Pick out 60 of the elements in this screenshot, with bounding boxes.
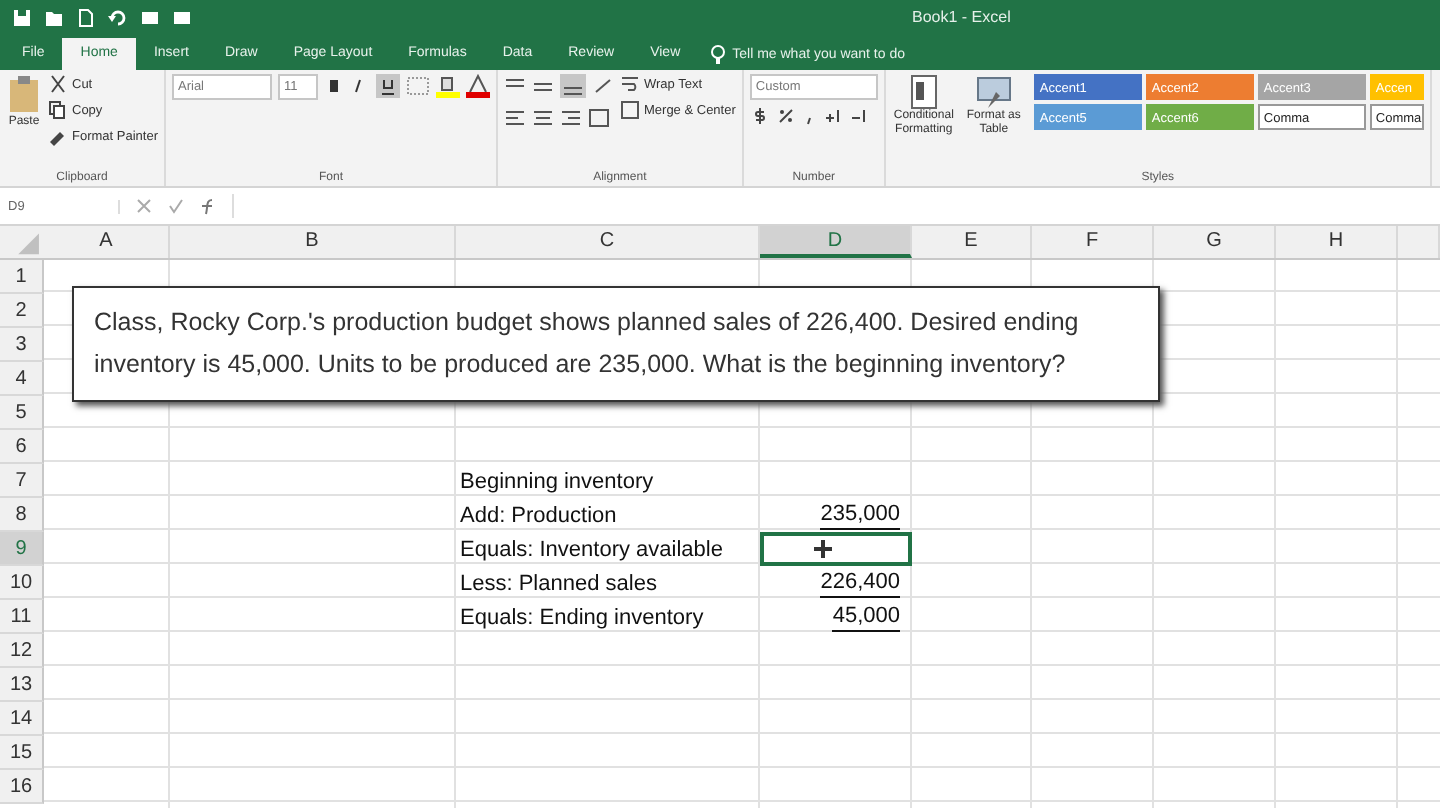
percent-icon[interactable] (775, 106, 796, 126)
function-icon[interactable] (200, 197, 216, 215)
row-header[interactable]: 10 (0, 566, 44, 600)
column-header[interactable]: G (1154, 226, 1276, 258)
row-header[interactable]: 3 (0, 328, 44, 362)
row-header[interactable]: 7 (0, 464, 44, 498)
row-header[interactable]: 15 (0, 736, 44, 770)
align-bottom-icon[interactable] (560, 74, 586, 98)
currency-icon[interactable] (749, 106, 770, 126)
undo-icon[interactable] (108, 7, 128, 27)
table-cell[interactable]: Add: Production (456, 498, 760, 532)
column-header[interactable]: F (1032, 226, 1154, 258)
increase-decimal-icon[interactable] (823, 106, 844, 126)
row-header[interactable]: 12 (0, 634, 44, 668)
table-format-icon (975, 74, 1012, 110)
merge-icon (620, 100, 640, 120)
column-header[interactable]: B (170, 226, 456, 258)
text-box[interactable]: Class, Rocky Corp.'s production budget shows planned sales of 226,400. Desired ending inventory is 45,000. Units to be produced are 235,000. What is the beginning inventory? (72, 286, 1160, 402)
orientation-icon[interactable] (592, 76, 614, 96)
copy-icon (48, 100, 68, 120)
row-header[interactable]: 1 (0, 260, 44, 294)
table-cell[interactable]: Equals: Ending inventory (456, 600, 760, 634)
fill-color-icon[interactable] (436, 74, 460, 98)
row-header[interactable]: 5 (0, 396, 44, 430)
column-header[interactable]: E (912, 226, 1032, 258)
clipboard-icon (6, 74, 42, 114)
column-header[interactable]: D (760, 226, 912, 258)
table-cell[interactable]: 45,000 (760, 600, 912, 634)
lightbulb-icon (710, 43, 727, 65)
align-left-icon[interactable] (504, 108, 526, 128)
row-header[interactable]: 2 (0, 294, 44, 328)
window-title: Book1 - Excel (912, 8, 1011, 26)
page-icon[interactable] (76, 7, 96, 27)
row-header[interactable]: 4 (0, 362, 44, 396)
underline-icon[interactable] (376, 74, 400, 98)
row-header[interactable]: 9 (0, 532, 44, 566)
row-header[interactable]: 11 (0, 600, 44, 634)
column-header[interactable]: H (1276, 226, 1398, 258)
row-header[interactable]: 6 (0, 430, 44, 464)
row-header[interactable]: 13 (0, 668, 44, 702)
table-cell[interactable]: 226,400 (760, 566, 912, 600)
table-cell[interactable] (760, 532, 912, 566)
save-icon[interactable] (12, 7, 32, 27)
align-right-icon[interactable] (560, 108, 582, 128)
row-header[interactable]: 14 (0, 702, 44, 736)
font-color-icon[interactable] (466, 74, 490, 98)
column-header[interactable]: A (44, 226, 170, 258)
folder-icon[interactable] (44, 7, 64, 27)
decrease-decimal-icon[interactable] (849, 106, 870, 126)
cursor-icon (813, 540, 831, 558)
table-cell[interactable]: 235,000 (760, 498, 912, 532)
row-header[interactable]: 16 (0, 770, 44, 804)
bold-icon[interactable] (324, 76, 344, 96)
row-header[interactable]: 8 (0, 498, 44, 532)
table-cell[interactable]: Beginning inventory (456, 464, 760, 498)
wrap-icon (620, 74, 640, 94)
table-cell[interactable]: Less: Planned sales (456, 566, 760, 600)
table-cell[interactable]: Equals: Inventory available (456, 532, 760, 566)
scissors-icon (48, 74, 68, 94)
align-center-icon[interactable] (532, 108, 554, 128)
